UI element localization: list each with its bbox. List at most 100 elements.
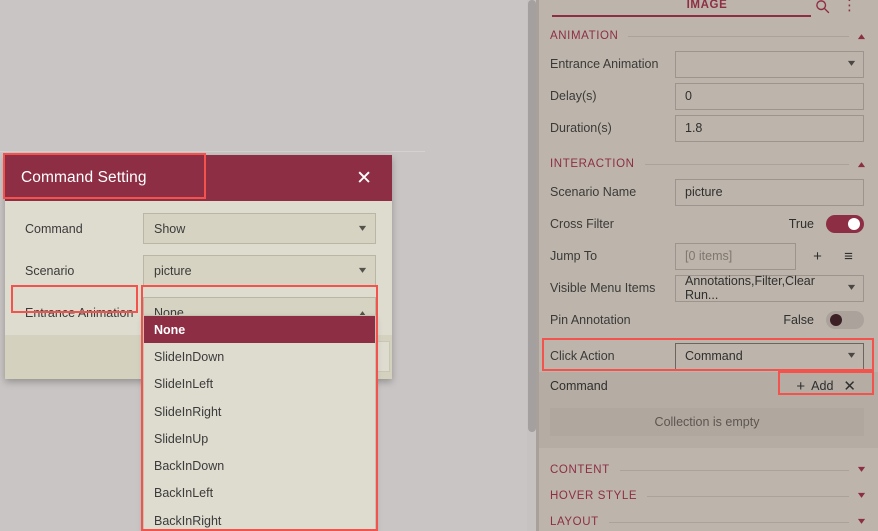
dropdown-option-slideindown[interactable]: SlideInDown (144, 343, 375, 370)
panel-row-pin-annotation: Pin Annotation False (536, 304, 878, 336)
command-collection-body: Collection is empty (536, 400, 878, 448)
command-select[interactable]: Show ▾ (143, 213, 376, 244)
entrance-animation-dropdown-list[interactable]: None SlideInDown SlideInLeft SlideInRigh… (143, 315, 376, 531)
dialog-row-command: Command Show ▾ (21, 213, 376, 244)
dropdown-option-backinleft[interactable]: BackInLeft (144, 480, 375, 507)
dropdown-option-slideinright[interactable]: SlideInRight (144, 398, 375, 425)
panel-row-delay: Delay(s) 0 (536, 80, 878, 112)
panel-label-cross-filter: Cross Filter (550, 217, 614, 231)
scenario-select-value: picture (154, 263, 192, 278)
pin-annotation-control: False (675, 311, 864, 329)
panel-label-delay: Delay(s) (550, 89, 597, 103)
add-command-label: Add (811, 379, 834, 393)
visible-menu-items-value: Annotations,Filter,Clear Run... (685, 274, 815, 302)
plus-icon: + (796, 377, 806, 395)
pin-annotation-value: False (783, 313, 814, 327)
delay-input[interactable]: 0 (675, 82, 864, 110)
delay-value: 0 (685, 89, 692, 103)
chevron-down-icon: ▾ (847, 350, 856, 361)
dropdown-option-backinright[interactable]: BackInRight (144, 507, 375, 531)
dialog-label-command: Command (25, 221, 83, 236)
clear-command-icon[interactable]: ✕ (839, 377, 860, 395)
collection-empty-message: Collection is empty (550, 408, 864, 436)
section-header-layout[interactable]: LAYOUT ▾ (536, 510, 878, 531)
panel-label-jump-to: Jump To (550, 249, 598, 263)
click-action-value: Command (685, 349, 743, 363)
chevron-up-icon[interactable]: ▾ (858, 159, 865, 170)
tab-active-underline (552, 15, 811, 17)
pin-annotation-toggle[interactable] (826, 311, 864, 329)
chevron-down-icon: ▾ (847, 58, 856, 69)
jump-to-input[interactable]: [0 items] (675, 242, 796, 270)
section-rule (644, 163, 849, 165)
click-action-select[interactable]: Command ▾ (675, 342, 864, 370)
dropdown-option-slideinleft[interactable]: SlideInLeft (144, 371, 375, 398)
cross-filter-toggle[interactable] (826, 215, 864, 233)
command-select-value: Show (154, 221, 186, 236)
scenario-name-value: picture (685, 185, 723, 199)
panel-row-jump-to: Jump To [0 items] + ≡ (536, 240, 878, 272)
section-header-interaction[interactable]: INTERACTION ▾ (536, 152, 878, 176)
panel-left-edge (536, 0, 539, 531)
dialog-footer-button[interactable] (374, 341, 390, 372)
chevron-down-icon: ▾ (358, 264, 367, 276)
dropdown-option-slideinup[interactable]: SlideInUp (144, 425, 375, 452)
chevron-up-icon[interactable]: ▾ (858, 31, 865, 42)
jump-to-value: [0 items] (685, 249, 733, 263)
section-header-animation[interactable]: ANIMATION ▾ (536, 24, 878, 48)
panel-row-click-action: Click Action Command ▾ (536, 340, 878, 372)
kebab-menu-icon[interactable]: ⋮ (842, 0, 857, 13)
section-header-hover-style[interactable]: HOVER STYLE ▾ (536, 484, 878, 508)
command-collection-label: Command (550, 379, 608, 393)
section-header-content[interactable]: CONTENT ▾ (536, 458, 878, 482)
chevron-down-icon: ▾ (358, 222, 367, 234)
chevron-down-icon: ▾ (847, 282, 856, 293)
search-icon[interactable] (815, 0, 830, 19)
tab-image[interactable]: IMAGE (687, 0, 728, 11)
dialog-title: Command Setting (21, 169, 147, 186)
panel-label-scenario-name: Scenario Name (550, 185, 637, 199)
add-command-button[interactable]: + Add (796, 379, 833, 394)
panel-row-entrance-animation: Entrance Animation ▾ (536, 48, 878, 80)
panel-label-click-action: Click Action (550, 349, 615, 363)
visible-menu-items-select[interactable]: Annotations,Filter,Clear Run... ▾ (675, 274, 864, 302)
section-label-content: CONTENT (550, 464, 610, 476)
jump-to-actions: + ≡ (802, 243, 864, 270)
panel-row-scenario-name: Scenario Name picture (536, 176, 878, 208)
dialog-label-entrance-animation: Entrance Animation (25, 305, 134, 320)
dialog-header: Command Setting ✕ (5, 155, 392, 201)
panel-label-entrance-animation: Entrance Animation (550, 57, 659, 71)
cross-filter-control: True (675, 215, 864, 233)
section-label-hover-style: HOVER STYLE (550, 490, 638, 502)
panel-row-visible-menu-items: Visible Menu Items Annotations,Filter,Cl… (536, 272, 878, 304)
scrollbar-thumb[interactable] (528, 0, 536, 432)
panel-label-duration: Duration(s) (550, 121, 612, 135)
chevron-down-icon[interactable]: ▾ (858, 491, 865, 501)
chevron-down-icon[interactable]: ▾ (858, 517, 865, 527)
canvas-vertical-scrollbar[interactable] (527, 0, 536, 531)
panel-row-duration: Duration(s) 1.8 (536, 112, 878, 144)
section-rule (608, 521, 849, 523)
close-icon[interactable]: ✕ (352, 167, 376, 190)
duration-value: 1.8 (685, 121, 703, 135)
panel-entrance-animation-select[interactable]: ▾ (675, 50, 864, 78)
panel-row-cross-filter: Cross Filter True (536, 208, 878, 240)
section-label-layout: LAYOUT (550, 516, 599, 528)
dropdown-option-none[interactable]: None (144, 316, 375, 344)
panel-label-visible-menu-items: Visible Menu Items (550, 281, 656, 295)
jump-to-list-icon[interactable]: ≡ (833, 243, 864, 270)
dropdown-option-backindown[interactable]: BackInDown (144, 452, 375, 479)
section-rule (647, 495, 849, 497)
duration-input[interactable]: 1.8 (675, 114, 864, 142)
toggle-knob (848, 218, 860, 230)
scenario-name-input[interactable]: picture (675, 178, 864, 206)
command-collection-actions: + Add ✕ (796, 377, 864, 395)
canvas-guide-line (0, 151, 425, 152)
jump-to-add-icon[interactable]: + (802, 243, 833, 270)
app-root: Command Setting ✕ Command Show ▾ Scenari… (0, 0, 878, 531)
section-rule (628, 35, 849, 37)
properties-panel: IMAGE ⋮ ANIMATION ▾ Entrance Animation ▾ (536, 0, 878, 531)
chevron-down-icon[interactable]: ▾ (858, 465, 865, 475)
scenario-select[interactable]: picture ▾ (143, 255, 376, 286)
cross-filter-value: True (788, 217, 814, 231)
